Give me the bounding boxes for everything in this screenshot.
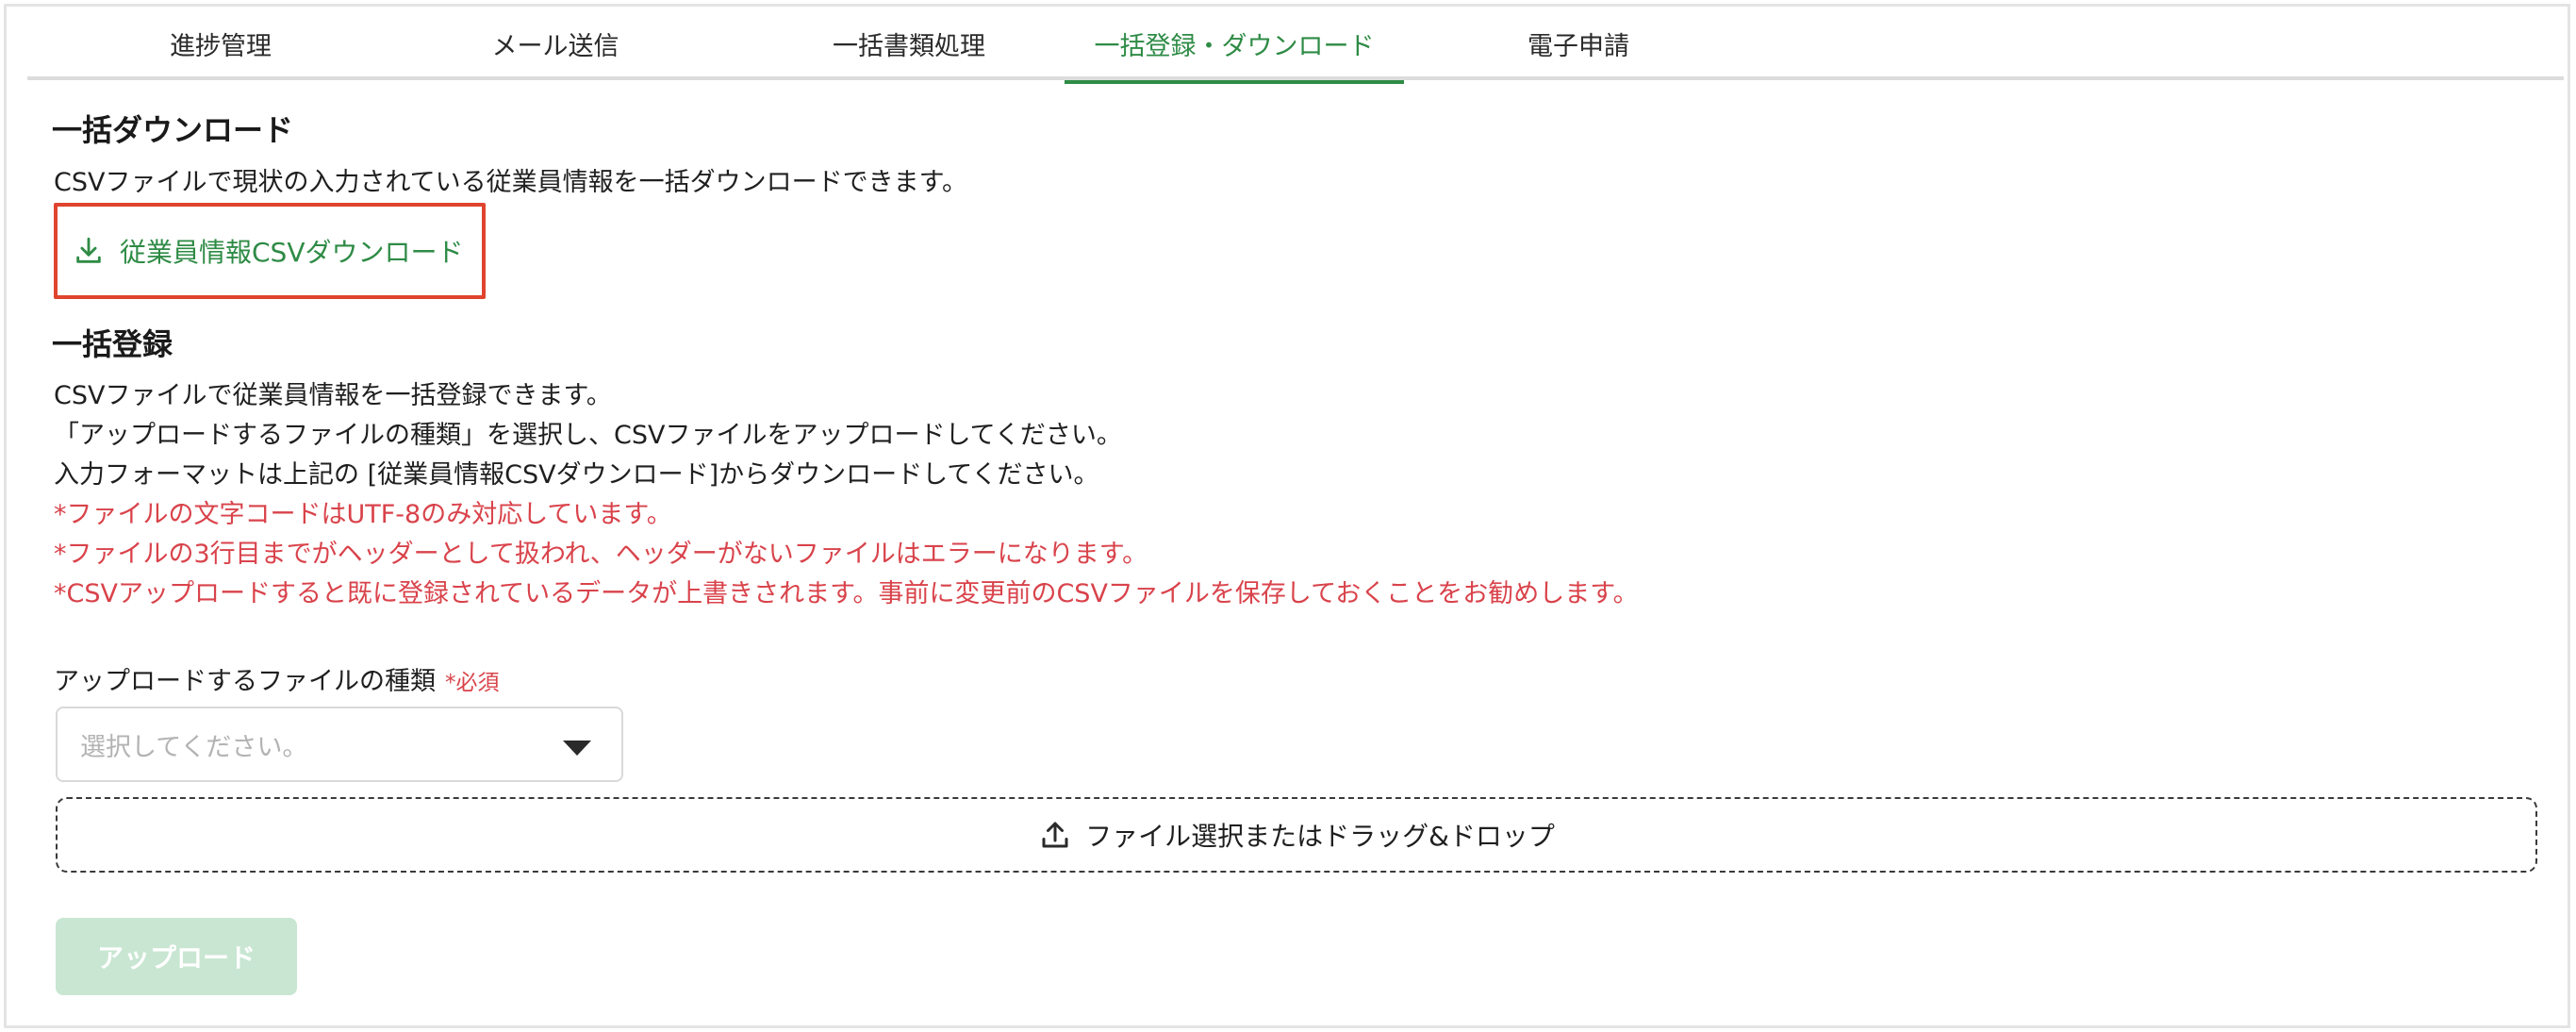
page-frame: 進捗管理 メール送信 一括書類処理 一括登録・ダウンロード 電子申請 一括ダウン… bbox=[4, 4, 2570, 1028]
register-line: 入力フォーマットは上記の [従業員情報CSVダウンロード]からダウンロードしてく… bbox=[54, 460, 1099, 490]
tab-bulk-documents[interactable]: 一括書類処理 bbox=[782, 7, 1036, 80]
download-description: CSVファイルで現状の入力されている従業員情報を一括ダウンロードできます。 bbox=[54, 168, 967, 197]
upload-icon bbox=[1042, 822, 1068, 848]
register-heading: 一括登録 bbox=[52, 326, 173, 362]
download-icon bbox=[76, 237, 101, 263]
caret-down-icon bbox=[563, 741, 591, 756]
tab-progress[interactable]: 進捗管理 bbox=[112, 7, 329, 80]
tab-e-application[interactable]: 電子申請 bbox=[1470, 7, 1687, 80]
tab-bar: 進捗管理 メール送信 一括書類処理 一括登録・ダウンロード 電子申請 bbox=[27, 7, 2564, 84]
register-line: CSVファイルで従業員情報を一括登録できます。 bbox=[54, 381, 612, 410]
tab-mail[interactable]: メール送信 bbox=[447, 7, 664, 80]
download-link-label: 従業員情報CSVダウンロード bbox=[120, 237, 464, 268]
dropzone-label: ファイル選択またはドラッグ&ドロップ bbox=[1085, 821, 1555, 852]
file-type-placeholder: 選択してください。 bbox=[80, 732, 308, 762]
file-type-select[interactable]: 選択してください。 bbox=[56, 707, 623, 782]
download-heading: 一括ダウンロード bbox=[52, 112, 294, 148]
required-marker: *必須 bbox=[445, 671, 500, 695]
file-type-label-text: アップロードするファイルの種類 bbox=[54, 667, 436, 696]
tab-bulk-register-download[interactable]: 一括登録・ダウンロード bbox=[1065, 7, 1404, 84]
employee-csv-download-link[interactable]: 従業員情報CSVダウンロード bbox=[54, 203, 486, 299]
warning-line: *ファイルの3行目までがヘッダーとして扱われ、ヘッダーがないファイルはエラーにな… bbox=[54, 540, 1148, 569]
file-dropzone[interactable]: ファイル選択またはドラッグ&ドロップ bbox=[56, 797, 2537, 873]
file-type-label: アップロードするファイルの種類 *必須 bbox=[54, 660, 500, 697]
register-line: 「アップロードするファイルの種類」を選択し、CSVファイルをアップロードしてくだ… bbox=[54, 421, 1122, 450]
warning-line: *CSVアップロードすると既に登録されているデータが上書きされます。事前に変更前… bbox=[54, 579, 1639, 608]
upload-button[interactable]: アップロード bbox=[56, 918, 297, 995]
warning-line: *ファイルの文字コードはUTF-8のみ対応しています。 bbox=[54, 500, 672, 529]
